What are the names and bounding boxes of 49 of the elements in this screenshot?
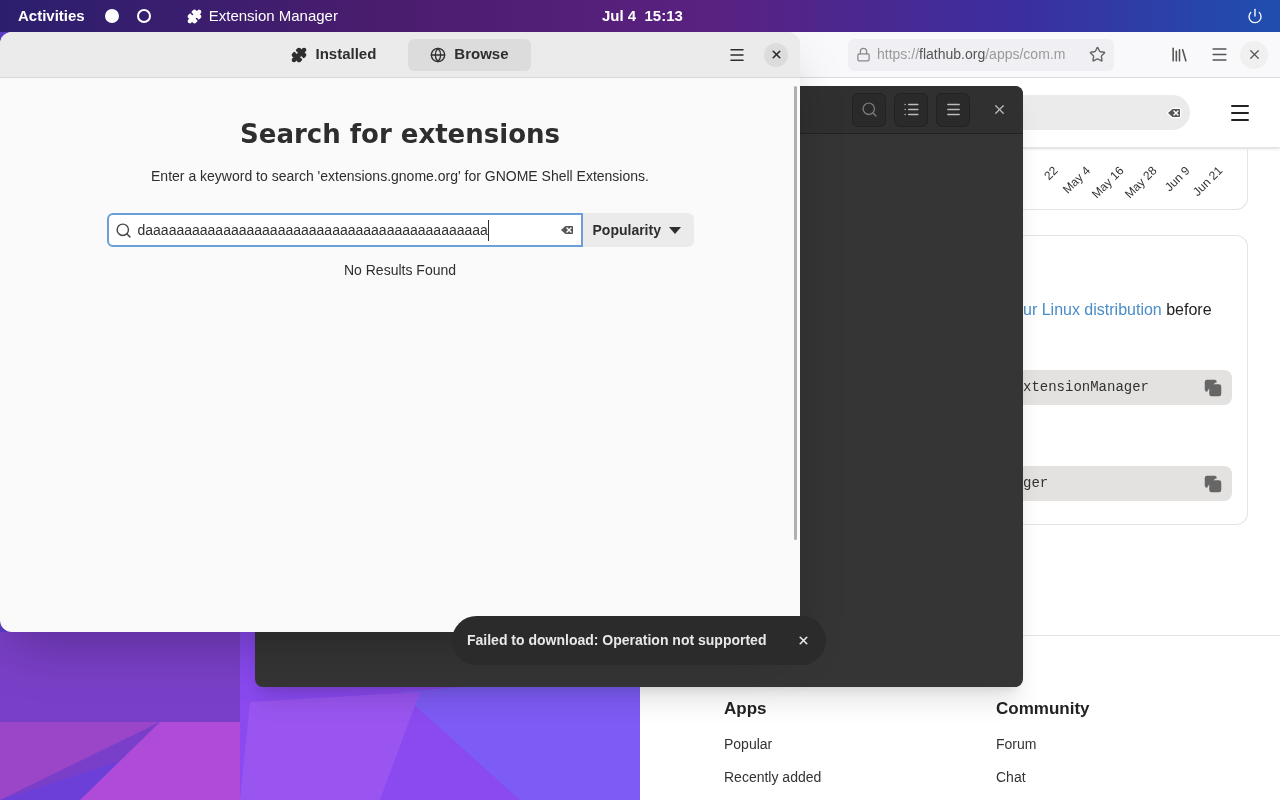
puzzle-icon <box>291 46 308 63</box>
search-value: daaaaaaaaaaaaaaaaaaaaaaaaaaaaaaaaaaaaaaaaaaaa <box>137 219 489 241</box>
clock[interactable]: Jul 4 15:13 <box>602 4 683 28</box>
library-icon[interactable] <box>1170 45 1189 64</box>
command-text: xtensionManager <box>1023 378 1150 397</box>
toast-message: Failed to download: Operation not supported <box>467 631 767 650</box>
close-icon[interactable] <box>797 634 810 647</box>
app-name: Extension Manager <box>208 5 338 26</box>
view-tab[interactable]: Browse <box>408 38 531 71</box>
view-tab[interactable]: Installed <box>269 38 399 71</box>
search-icon <box>114 221 132 239</box>
url-text: https://flathub.org/apps/com.m <box>877 45 1066 64</box>
close-icon <box>769 48 783 61</box>
copy-icon[interactable] <box>1204 378 1222 397</box>
copy-icon[interactable] <box>1204 474 1222 493</box>
lock-icon <box>856 47 871 62</box>
list-icon <box>902 101 920 118</box>
footer-link[interactable]: Forum <box>996 733 1037 755</box>
command-text: ger <box>1023 474 1049 493</box>
install-instructions: ur Linux distribution before <box>1023 300 1213 320</box>
status-text: No Results Found <box>343 261 457 280</box>
footer-heading: Apps <box>724 698 768 720</box>
app-menu[interactable]: Extension Manager <box>186 4 338 28</box>
menu-icon <box>944 101 962 118</box>
puzzle-icon <box>186 8 202 24</box>
caret-icon <box>668 226 681 234</box>
description: Enter a keyword to search 'extensions.gnome.org' for GNOME Shell Extensions. <box>151 167 649 186</box>
page-heading: Search for extensions <box>240 118 560 151</box>
sort-dropdown[interactable]: Popularity <box>582 213 694 247</box>
list-view-button[interactable] <box>894 92 928 127</box>
axis-label: 22 <box>1039 162 1062 185</box>
linux-distribution-link[interactable]: ur Linux distribution <box>1023 301 1162 318</box>
menu-icon[interactable] <box>1210 45 1229 64</box>
footer-link[interactable]: Recently added <box>724 766 822 788</box>
star-icon[interactable] <box>1089 46 1106 63</box>
activities-button[interactable]: Activities <box>18 4 85 28</box>
footer-link[interactable]: Chat <box>996 766 1026 788</box>
close-button[interactable] <box>764 42 788 67</box>
close-icon[interactable] <box>992 102 1007 117</box>
search-button[interactable] <box>852 92 886 127</box>
footer-heading: Community <box>996 698 1091 720</box>
power-icon[interactable] <box>1247 8 1263 24</box>
menu-button[interactable] <box>936 92 970 127</box>
url-field[interactable]: https://flathub.org/apps/com.m <box>848 38 1114 71</box>
site-search-field[interactable] <box>1023 95 1190 130</box>
globe-icon <box>430 46 447 63</box>
search-icon <box>860 101 878 118</box>
search-field[interactable]: daaaaaaaaaaaaaaaaaaaaaaaaaaaaaaaaaaaaaaaaaaaa <box>106 213 583 247</box>
footer-link[interactable]: Popular <box>724 733 773 755</box>
